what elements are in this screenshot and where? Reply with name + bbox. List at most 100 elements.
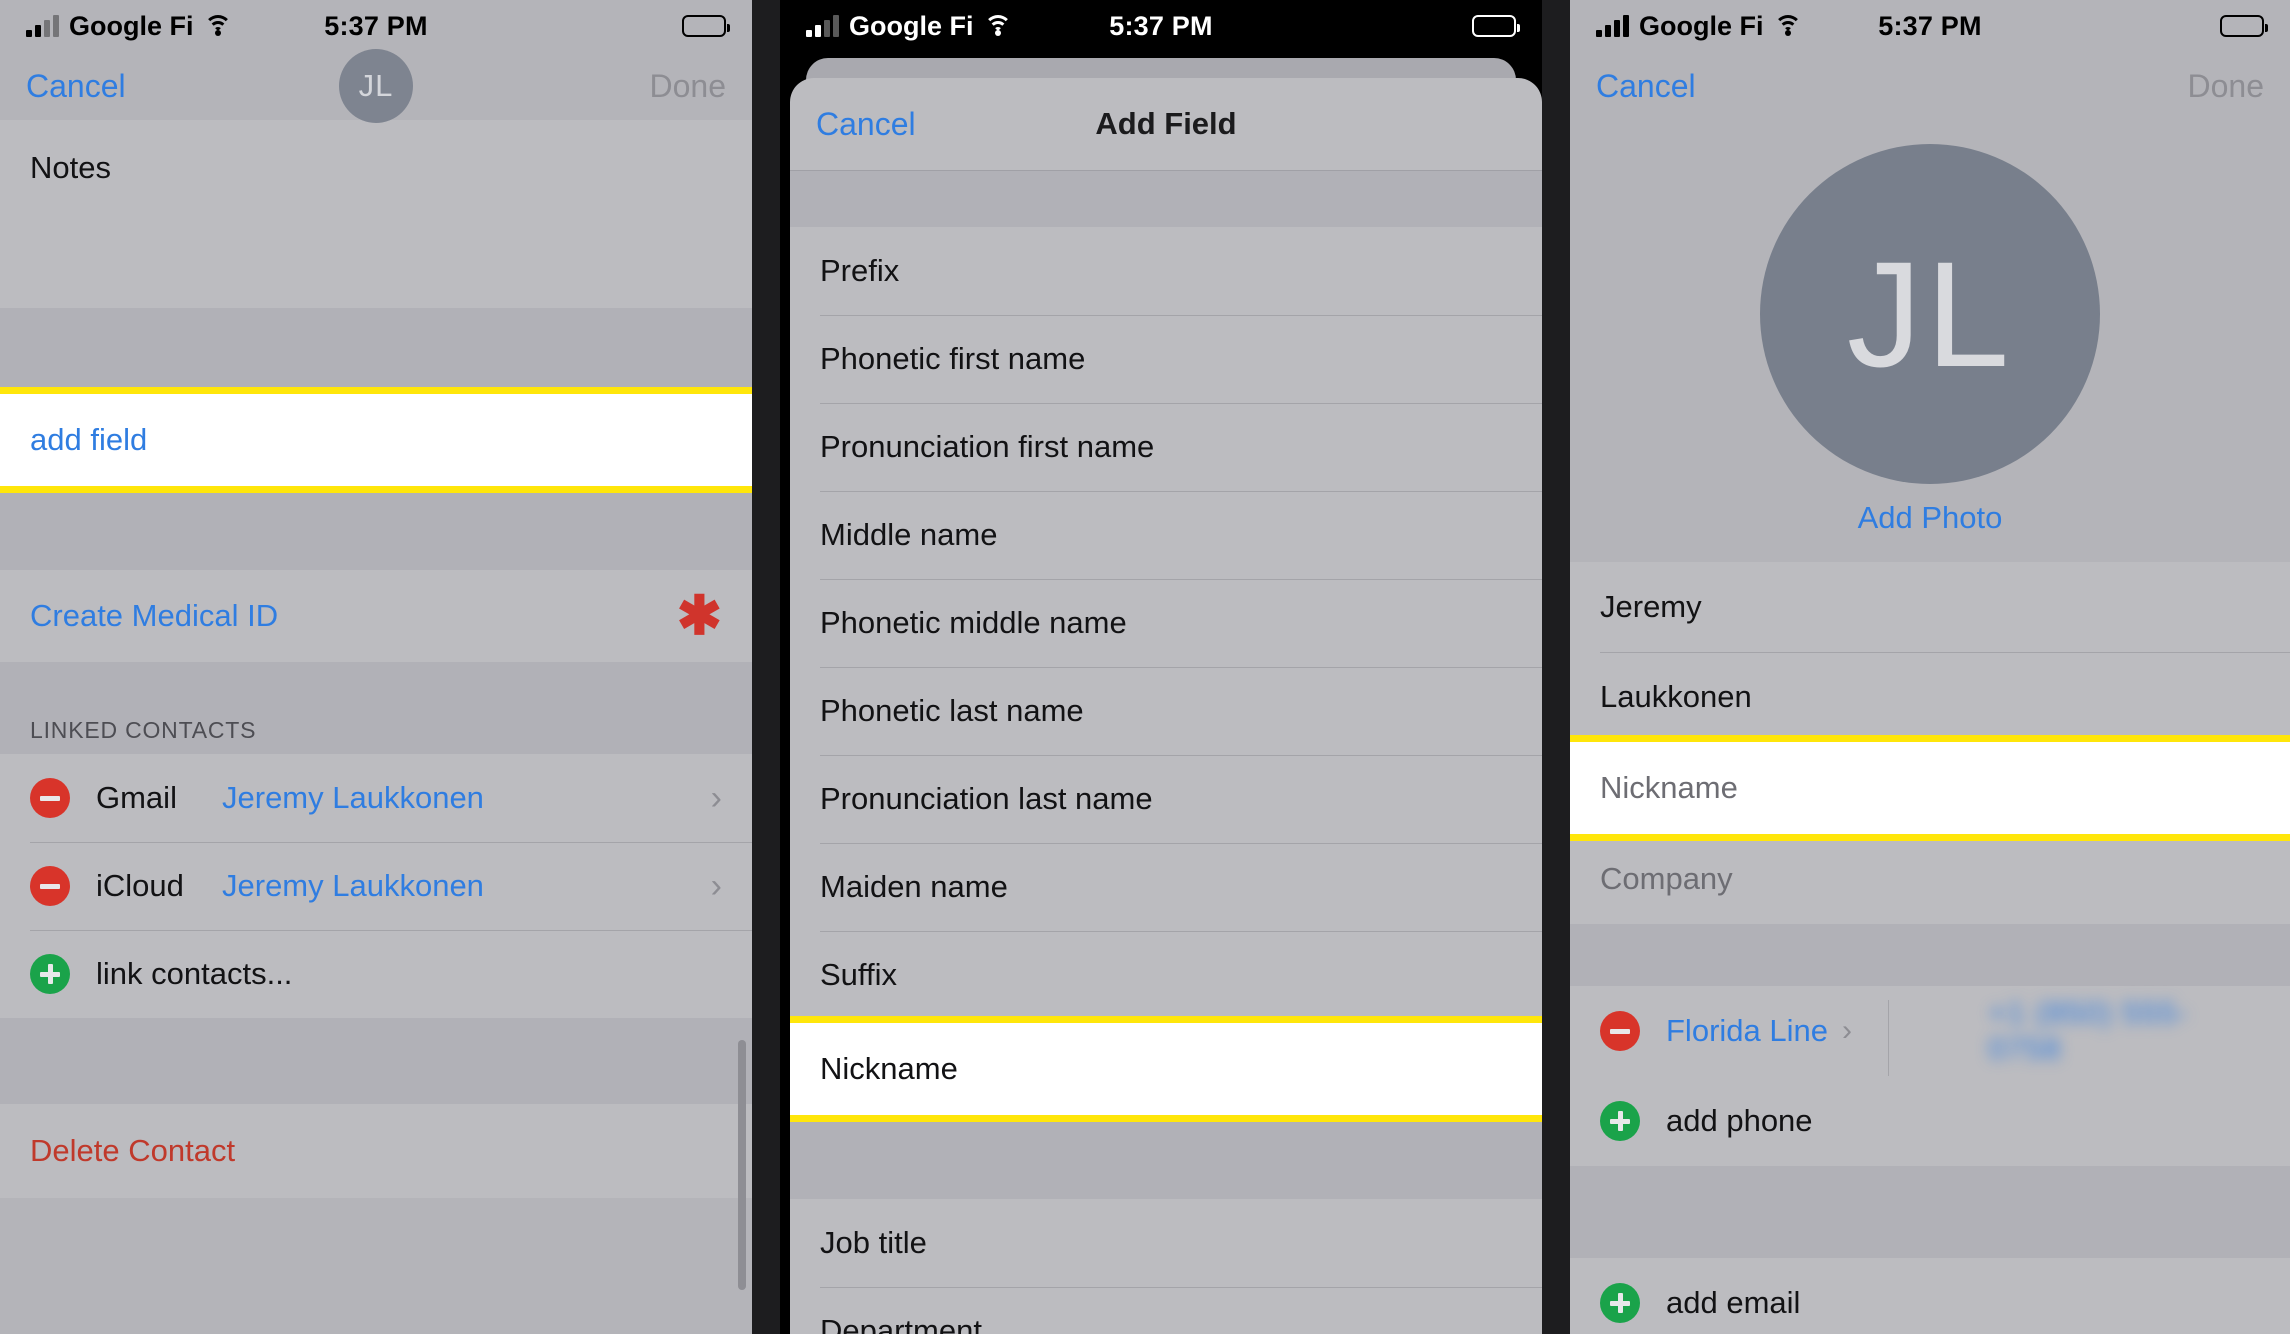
section-gap-3: [0, 662, 752, 698]
linked-contact-name: Jeremy Laukkonen: [222, 868, 484, 903]
field-label: Job title: [820, 1225, 927, 1260]
create-medical-id-button[interactable]: Create Medical ID ✱: [0, 570, 752, 662]
plus-circle-icon[interactable]: [1600, 1283, 1640, 1323]
cancel-button[interactable]: Cancel: [26, 68, 126, 105]
field-label: Middle name: [820, 517, 998, 552]
field-label: Phonetic first name: [820, 341, 1086, 376]
field-row-pronunciation-first-name[interactable]: Pronunciation first name: [790, 403, 1542, 491]
add-photo-button[interactable]: Add Photo: [1570, 484, 2290, 562]
battery-icon: [2220, 15, 2268, 37]
field-row-phonetic-last-name[interactable]: Phonetic last name: [790, 667, 1542, 755]
add-field-button[interactable]: add field: [0, 387, 752, 493]
add-field-sheet: Cancel Add Field Prefix Phonetic first n…: [790, 78, 1542, 1334]
add-email-button[interactable]: add email: [1570, 1258, 2290, 1334]
avatar[interactable]: JL: [339, 49, 413, 123]
three-panel-screenshot: Google Fi 5:37 PM Cancel JL Done Notes a…: [0, 0, 2290, 1334]
asterisk-icon: ✱: [676, 585, 722, 646]
field-row-maiden-name[interactable]: Maiden name: [790, 843, 1542, 931]
name-fields: Jeremy Laukkonen Nickname Company: [1570, 562, 2290, 924]
field-list: Prefix Phonetic first name Pronunciation…: [790, 227, 1542, 1122]
linked-contact-row-gmail[interactable]: Gmail Jeremy Laukkonen ›: [0, 754, 752, 842]
section-gap-right-1: [1570, 924, 2290, 986]
phone-number-value[interactable]: +1 (850) 555-0758: [1988, 995, 2260, 1067]
section-gap-1: [0, 308, 752, 394]
plus-circle-icon[interactable]: [30, 954, 70, 994]
company-field[interactable]: Company: [1570, 834, 2290, 924]
field-row-phonetic-middle-name[interactable]: Phonetic middle name: [790, 579, 1542, 667]
panel-edit-contact-top: Google Fi 5:37 PM Cancel Done JL Add Pho…: [1570, 0, 2290, 1334]
minus-circle-icon[interactable]: [1600, 1011, 1640, 1051]
notes-field[interactable]: Notes: [0, 120, 752, 308]
field-row-phonetic-first-name[interactable]: Phonetic first name: [790, 315, 1542, 403]
minus-circle-icon[interactable]: [30, 866, 70, 906]
add-field-label: add field: [30, 422, 148, 457]
field-row-department[interactable]: Department: [790, 1287, 1542, 1334]
scrollbar[interactable]: [738, 1040, 746, 1290]
clock: 5:37 PM: [1878, 10, 1982, 41]
linked-contacts-header: LINKED CONTACTS: [0, 698, 752, 754]
field-label: Pronunciation last name: [820, 781, 1153, 816]
last-name-field[interactable]: Laukkonen: [1570, 652, 2290, 742]
field-label: Department: [820, 1313, 982, 1334]
field-row-middle-name[interactable]: Middle name: [790, 491, 1542, 579]
done-button[interactable]: Done: [2188, 68, 2265, 105]
field-label: Pronunciation first name: [820, 429, 1155, 464]
clock: 5:37 PM: [1109, 10, 1213, 41]
notes-label: Notes: [30, 150, 111, 185]
phone-label-text: Florida Line: [1666, 1013, 1828, 1048]
create-medical-id-label: Create Medical ID: [30, 598, 279, 633]
nav-bar-middle: Cancel Add Field: [790, 78, 1542, 170]
field-label: Phonetic last name: [820, 693, 1084, 728]
section-gap-middle: [790, 1115, 1542, 1199]
delete-contact-button[interactable]: Delete Contact: [0, 1104, 752, 1198]
field-row-suffix[interactable]: Suffix: [790, 931, 1542, 1019]
clock: 5:37 PM: [324, 10, 428, 41]
field-label: Prefix: [820, 253, 900, 288]
field-row-prefix[interactable]: Prefix: [790, 227, 1542, 315]
plus-circle-icon[interactable]: [1600, 1101, 1640, 1141]
last-name-value: Laukkonen: [1600, 679, 1752, 714]
panel-add-field-sheet: Google Fi 5:37 PM Cancel Add Field Prefi…: [780, 0, 1542, 1334]
avatar[interactable]: JL: [1760, 144, 2100, 484]
panel-divider-2: [1542, 0, 1570, 1334]
field-list-2: Job title Department: [790, 1199, 1542, 1334]
first-name-field[interactable]: Jeremy: [1570, 562, 2290, 652]
field-row-job-title[interactable]: Job title: [790, 1199, 1542, 1287]
nav-bar-right: Cancel Done: [1570, 52, 2290, 120]
status-bar-right: Google Fi 5:37 PM: [1570, 0, 2290, 52]
field-label: Phonetic middle name: [820, 605, 1127, 640]
nickname-placeholder: Nickname: [1600, 770, 1738, 805]
cancel-button[interactable]: Cancel: [1596, 68, 1696, 105]
section-gap-4: [0, 1018, 752, 1104]
add-phone-button[interactable]: add phone: [1570, 1076, 2290, 1166]
phone-row[interactable]: Florida Line › +1 (850) 555-0758: [1570, 986, 2290, 1082]
section-gap-top: [790, 171, 1542, 227]
divider: [1888, 1000, 1889, 1082]
panel-edit-contact-bottom: Google Fi 5:37 PM Cancel JL Done Notes a…: [0, 0, 752, 1334]
nickname-field[interactable]: Nickname: [1570, 735, 2290, 841]
linked-contact-row-icloud[interactable]: iCloud Jeremy Laukkonen ›: [0, 842, 752, 930]
status-bar-middle: Google Fi 5:37 PM: [780, 0, 1542, 52]
field-label: Maiden name: [820, 869, 1008, 904]
page-title: Add Field: [1095, 106, 1237, 141]
delete-contact-label: Delete Contact: [30, 1133, 236, 1168]
section-gap-2: [0, 486, 752, 570]
link-contacts-label: link contacts...: [96, 956, 293, 991]
linked-contact-source: Gmail: [96, 780, 177, 815]
done-button[interactable]: Done: [650, 68, 727, 105]
chevron-right-icon: ›: [1841, 1014, 1852, 1047]
linked-contact-name: Jeremy Laukkonen: [222, 780, 484, 815]
add-email-label: add email: [1666, 1285, 1801, 1320]
first-name-value: Jeremy: [1600, 589, 1702, 624]
minus-circle-icon[interactable]: [30, 778, 70, 818]
chevron-right-icon: ›: [710, 779, 722, 817]
panel-divider-1: [752, 0, 780, 1334]
link-contacts-button[interactable]: link contacts...: [0, 930, 752, 1018]
status-bar-left: Google Fi 5:37 PM: [0, 0, 752, 52]
phone-label-button[interactable]: Florida Line ›: [1666, 1013, 1954, 1049]
chevron-right-icon: ›: [710, 867, 722, 905]
field-label: Suffix: [820, 957, 897, 992]
field-row-pronunciation-last-name[interactable]: Pronunciation last name: [790, 755, 1542, 843]
linked-contact-source: iCloud: [96, 868, 184, 903]
field-row-nickname[interactable]: Nickname: [790, 1016, 1542, 1122]
